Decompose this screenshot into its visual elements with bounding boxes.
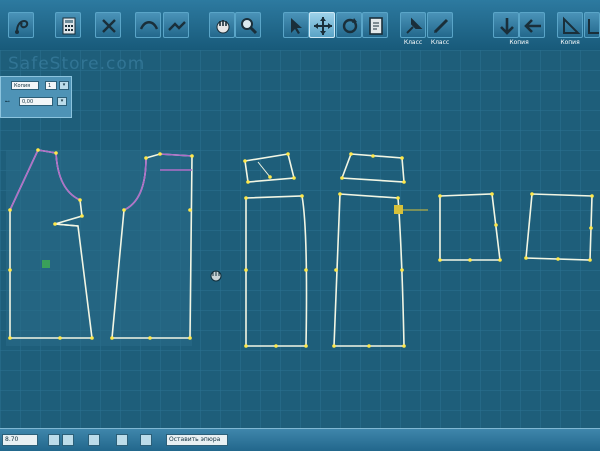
hand-pan-icon xyxy=(216,20,230,34)
status-button-4[interactable] xyxy=(116,434,128,446)
piece-anchor-marker[interactable] xyxy=(42,260,50,268)
zoom-button[interactable] xyxy=(235,12,261,38)
status-button-2[interactable] xyxy=(62,434,74,446)
scissors-icon xyxy=(102,19,116,33)
curve-tool-icon xyxy=(15,20,29,34)
hand-pan-button[interactable] xyxy=(209,12,235,38)
cursor-hand-icon xyxy=(210,270,222,282)
status-button-5[interactable] xyxy=(140,434,152,446)
page-icon xyxy=(369,17,383,35)
angle-button[interactable] xyxy=(557,12,583,38)
arrow-left-button[interactable] xyxy=(519,12,545,38)
pin-klass-button[interactable] xyxy=(400,12,426,38)
pin-klass-icon xyxy=(406,17,423,34)
copy-count-field[interactable]: 1 xyxy=(45,81,57,90)
kopiya2-label: Копия xyxy=(560,39,580,46)
angle2-icon xyxy=(588,19,599,34)
watermark: SafeStore.com xyxy=(8,54,146,74)
select-arrow-button[interactable] xyxy=(283,12,309,38)
fold-tool-button[interactable] xyxy=(163,12,189,38)
page-button[interactable] xyxy=(362,12,388,38)
klass2-label: Класс xyxy=(430,39,450,46)
fold-tool-icon xyxy=(168,21,186,31)
arrow-left-icon xyxy=(524,19,541,33)
rotate-icon xyxy=(342,18,358,34)
curve-tool-button[interactable] xyxy=(8,12,34,38)
step-spinner-button[interactable]: ▾ xyxy=(57,97,67,106)
calculator-icon xyxy=(62,17,76,35)
angle-icon xyxy=(563,16,581,34)
count-spinner-button[interactable]: ▾ xyxy=(59,81,69,90)
step-value-field[interactable]: 0,00 xyxy=(19,97,53,106)
rotate-button[interactable] xyxy=(336,12,362,38)
arrow-down-icon xyxy=(500,18,514,35)
selected-pieces-highlight xyxy=(6,150,192,346)
selected-point-marker[interactable] xyxy=(394,205,403,214)
step-label: ⊷ xyxy=(5,99,10,105)
status-button-3[interactable] xyxy=(88,434,100,446)
arrow-down-button[interactable] xyxy=(493,12,519,38)
status-button-1[interactable] xyxy=(48,434,60,446)
calculator-button[interactable] xyxy=(55,12,81,38)
coordinate-value: 8.70 xyxy=(2,434,38,446)
angle2-button[interactable] xyxy=(584,12,600,38)
zoom-icon xyxy=(241,18,258,35)
status-bar: 8.70 Оставить эпюра xyxy=(0,428,600,451)
pencil-klass-button[interactable] xyxy=(427,12,453,38)
scissors-button[interactable] xyxy=(95,12,121,38)
main-toolbar: Класс Класс Копия Копия xyxy=(0,0,600,51)
klass1-label: Класс xyxy=(403,39,423,46)
bezier-tool-button[interactable] xyxy=(135,12,161,38)
move-cross-button[interactable] xyxy=(309,12,335,38)
move-cross-icon xyxy=(314,17,332,35)
kopiya1-label: Копия xyxy=(509,39,529,46)
pencil-klass-icon xyxy=(433,18,449,34)
copy-settings-panel: Копия 1 ▾ ⊷ 0,00 ▾ xyxy=(0,76,72,118)
copy-mode-field[interactable]: Копия xyxy=(11,81,39,90)
drafting-canvas[interactable] xyxy=(0,50,600,428)
bezier-tool-icon xyxy=(139,21,159,30)
select-arrow-icon xyxy=(291,18,302,34)
leave-pattern-button[interactable]: Оставить эпюра xyxy=(166,434,228,446)
